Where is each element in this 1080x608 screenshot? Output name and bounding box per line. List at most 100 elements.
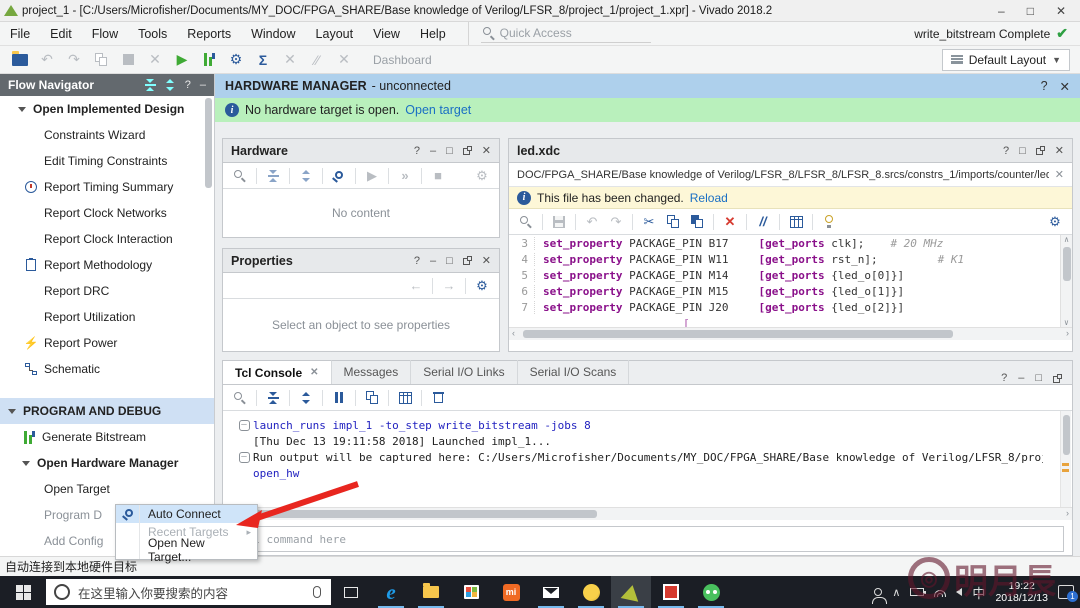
close-panel-icon[interactable]: ✕ — [482, 254, 491, 267]
minimize-panel-icon[interactable]: – — [200, 79, 206, 91]
fn-report-timing-summary[interactable]: Report Timing Summary — [0, 174, 214, 200]
paste-icon[interactable] — [116, 50, 140, 70]
copy-icon[interactable] — [662, 213, 684, 231]
tcl-command-input[interactable] — [232, 533, 1063, 546]
close-tab-icon[interactable]: ✕ — [310, 367, 318, 378]
menu-item-open-new-target[interactable]: Open New Target... — [116, 541, 257, 559]
window-minimize-button[interactable]: – — [998, 4, 1005, 18]
help-icon[interactable]: ? — [185, 79, 191, 91]
wechat-button[interactable] — [691, 576, 731, 608]
expand-all-icon[interactable] — [295, 389, 317, 407]
taskbar-clock[interactable]: 19:22 2018/12/13 — [995, 580, 1048, 604]
edge-button[interactable]: e — [371, 576, 411, 608]
run-status-text[interactable]: write_bitstream Complete — [914, 27, 1050, 41]
pause-icon[interactable] — [328, 389, 350, 407]
float-panel-icon[interactable] — [1053, 374, 1062, 383]
fn-program-and-debug-section[interactable]: PROGRAM AND DEBUG — [0, 398, 214, 424]
fn-open-implemented-design[interactable]: Open Implemented Design — [0, 96, 214, 122]
search-icon[interactable] — [229, 167, 251, 185]
fn-report-power[interactable]: ⚡Report Power — [0, 330, 214, 356]
back-arrow-icon[interactable]: ← — [405, 277, 427, 295]
menu-help[interactable]: Help — [410, 27, 456, 41]
collapse-all-icon[interactable] — [145, 79, 156, 91]
fn-generate-bitstream[interactable]: Generate Bitstream — [0, 424, 214, 450]
mi-button[interactable]: mi — [491, 576, 531, 608]
fn-report-utilization[interactable]: Report Utilization — [0, 304, 214, 330]
help-icon[interactable]: ? — [1041, 79, 1048, 94]
undo-icon[interactable]: ↶ — [35, 50, 59, 70]
layout-selector[interactable]: Default Layout ▼ — [942, 49, 1070, 71]
flow-navigator-scrollbar[interactable] — [205, 98, 212, 538]
tray-chevron-up-icon[interactable]: ∧ — [892, 586, 900, 599]
float-panel-icon[interactable] — [463, 146, 472, 155]
maximize-panel-icon[interactable]: □ — [446, 255, 453, 267]
fn-report-methodology[interactable]: Report Methodology — [0, 252, 214, 278]
fn-constraints-wizard[interactable]: Constraints Wizard — [0, 122, 214, 148]
generate-bitstream-icon[interactable] — [197, 50, 221, 70]
speaker-icon[interactable] — [956, 588, 962, 596]
undo-icon[interactable]: ↶ — [581, 213, 603, 231]
search-icon[interactable] — [229, 389, 251, 407]
console-vertical-scrollbar[interactable] — [1060, 411, 1071, 507]
console-output[interactable]: –launch_runs impl_1 -to_step write_bitst… — [223, 411, 1072, 507]
minimize-panel-icon[interactable]: – — [430, 145, 436, 157]
run-icon[interactable]: ▶ — [170, 50, 194, 70]
window-maximize-button[interactable]: □ — [1027, 4, 1034, 18]
open-folder-icon[interactable] — [8, 50, 32, 70]
file-explorer-button[interactable] — [411, 576, 451, 608]
reload-link[interactable]: Reload — [690, 191, 728, 205]
menu-layout[interactable]: Layout — [306, 27, 364, 41]
trash-icon[interactable] — [427, 389, 449, 407]
auto-connect-icon[interactable] — [328, 167, 350, 185]
close-panel-icon[interactable]: ✕ — [1055, 144, 1064, 157]
stop-icon[interactable]: ■ — [427, 167, 449, 185]
vivado-taskbar-button[interactable] — [611, 576, 651, 608]
cut-icon[interactable]: ✂ — [638, 213, 660, 231]
lightbulb-icon[interactable] — [818, 213, 840, 231]
collapse-all-icon[interactable] — [262, 389, 284, 407]
help-icon[interactable]: ? — [414, 145, 420, 157]
open-target-play-icon[interactable]: ▶ — [361, 167, 383, 185]
columns-icon[interactable] — [785, 213, 807, 231]
minimize-panel-icon[interactable]: – — [1018, 372, 1024, 384]
open-target-link[interactable]: Open target — [405, 103, 471, 117]
fn-report-clock-networks[interactable]: Report Clock Networks — [0, 200, 214, 226]
maximize-panel-icon[interactable]: □ — [446, 145, 453, 157]
expand-all-icon[interactable] — [295, 167, 317, 185]
help-icon[interactable]: ? — [414, 255, 420, 267]
delete-icon[interactable]: ✕ — [143, 50, 167, 70]
gear-icon[interactable]: ⚙ — [471, 277, 493, 295]
editor-horizontal-scrollbar[interactable]: ‹ › — [509, 327, 1072, 340]
tab-tcl-console[interactable]: Tcl Console ✕ — [223, 360, 332, 384]
gear-icon[interactable]: ⚙ — [471, 167, 493, 185]
tab-messages[interactable]: Messages — [332, 360, 412, 384]
copy-icon[interactable] — [361, 389, 383, 407]
close-icon[interactable]: ✕ — [1060, 79, 1070, 94]
fn-report-drc[interactable]: Report DRC — [0, 278, 214, 304]
quick-access-search[interactable]: Quick Access — [481, 24, 651, 43]
tab-serial-io-links[interactable]: Serial I/O Links — [411, 360, 517, 384]
gear-icon[interactable]: ⚙ — [1044, 213, 1066, 231]
float-panel-icon[interactable] — [463, 256, 472, 265]
people-icon[interactable] — [874, 588, 882, 596]
maximize-panel-icon[interactable]: □ — [1019, 145, 1026, 157]
menu-edit[interactable]: Edit — [40, 27, 82, 41]
ime-indicator[interactable]: 中 — [972, 583, 985, 602]
store-button[interactable] — [451, 576, 491, 608]
menu-view[interactable]: View — [363, 27, 410, 41]
help-icon[interactable]: ? — [1001, 372, 1007, 384]
collapse-node-icon[interactable]: – — [239, 452, 250, 463]
collapse-all-icon[interactable] — [262, 167, 284, 185]
wifi-icon[interactable] — [934, 588, 946, 597]
redo-icon[interactable]: ↷ — [605, 213, 627, 231]
editor-vertical-scrollbar[interactable]: ∧∨ — [1060, 235, 1072, 327]
console-horizontal-scrollbar[interactable]: › — [223, 507, 1072, 520]
menu-flow[interactable]: Flow — [82, 27, 128, 41]
menu-reports[interactable]: Reports — [177, 27, 241, 41]
columns-icon[interactable] — [394, 389, 416, 407]
fn-edit-timing-constraints[interactable]: Edit Timing Constraints — [0, 148, 214, 174]
code-editor[interactable]: 3set_property PACKAGE_PIN B17[get_ports … — [509, 235, 1072, 327]
float-panel-icon[interactable] — [1036, 146, 1045, 155]
fn-report-clock-interaction[interactable]: Report Clock Interaction — [0, 226, 214, 252]
notification-center-icon[interactable]: 1 — [1058, 585, 1074, 599]
